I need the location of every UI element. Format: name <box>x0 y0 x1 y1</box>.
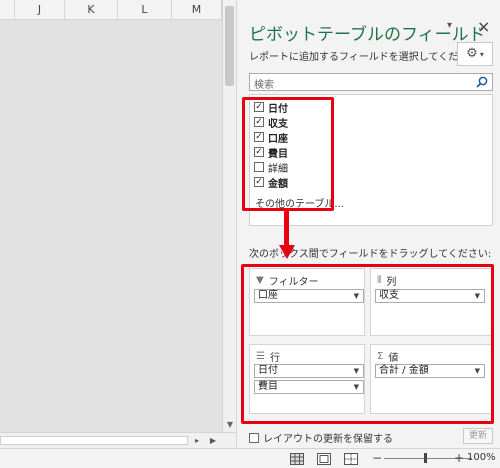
column-header-l[interactable]: L <box>118 0 172 20</box>
defer-update-option[interactable]: レイアウトの更新を保留する <box>249 430 393 445</box>
column-header-partial[interactable] <box>0 0 15 20</box>
column-headers: J K L M <box>0 0 222 20</box>
field-list-highlight <box>242 97 334 211</box>
spreadsheet-area[interactable]: J K L M ▼ ▸ ▶ <box>0 0 236 448</box>
vertical-scroll-thumb[interactable] <box>225 6 234 86</box>
pane-subtitle: レポートに追加するフィールドを選択してください: <box>249 52 482 63</box>
zoom-out-button[interactable]: − <box>372 451 382 465</box>
chevron-down-icon: ▾ <box>479 50 484 59</box>
gridline <box>65 20 66 432</box>
zoom-in-button[interactable]: + <box>454 451 464 465</box>
scroll-right-icon[interactable]: ▸ <box>190 435 204 446</box>
areas-highlight <box>241 264 494 424</box>
column-header-k[interactable]: K <box>65 0 118 20</box>
checkbox-unchecked[interactable] <box>249 432 259 443</box>
close-icon[interactable]: × <box>477 17 490 36</box>
normal-view-icon[interactable] <box>290 453 304 465</box>
zoom-level[interactable]: 100% <box>467 452 496 463</box>
page-break-view-icon[interactable] <box>344 453 358 465</box>
search-placeholder: 検索 <box>254 80 274 91</box>
cell-grid[interactable] <box>0 20 222 432</box>
scroll-down-icon[interactable]: ▼ <box>223 418 237 432</box>
horizontal-scroll-thumb[interactable] <box>0 436 188 445</box>
update-button[interactable]: 更新 <box>463 428 493 444</box>
pane-options-dropdown-icon[interactable]: ▾ <box>447 20 452 31</box>
gridline <box>172 20 173 432</box>
gridline <box>118 20 119 432</box>
arrow-down-icon <box>279 245 295 259</box>
vertical-scrollbar[interactable]: ▼ <box>222 0 236 432</box>
gridline <box>15 20 16 432</box>
zoom-slider-thumb[interactable] <box>424 453 427 463</box>
defer-update-label: レイアウトの更新を保留する <box>263 434 393 445</box>
page-layout-view-icon[interactable] <box>317 453 331 465</box>
column-header-m[interactable]: M <box>172 0 222 20</box>
search-input[interactable]: 検索 <box>249 73 493 91</box>
gear-icon: ⚙ <box>466 46 478 61</box>
tools-button[interactable]: ⚙ ▾ <box>457 42 493 66</box>
scroll-right-end-icon[interactable]: ▶ <box>206 435 220 446</box>
arrow-shaft <box>284 211 289 247</box>
column-header-j[interactable]: J <box>15 0 65 20</box>
status-bar: − + 100% <box>0 448 500 468</box>
horizontal-scrollbar[interactable]: ▸ ▶ <box>0 432 236 448</box>
search-icon[interactable] <box>475 75 489 89</box>
